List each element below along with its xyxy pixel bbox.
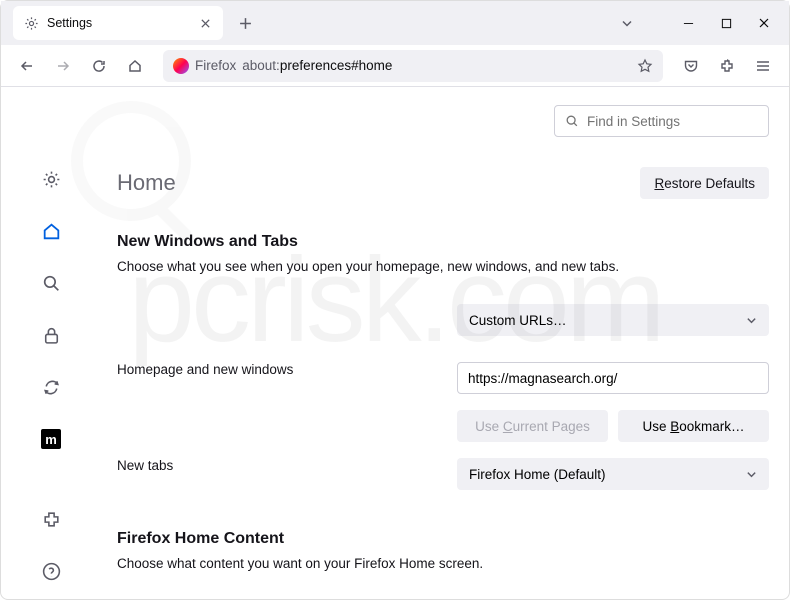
- sidebar-item-m[interactable]: m: [35, 427, 67, 451]
- restore-defaults-button[interactable]: Restore Defaults: [640, 167, 769, 199]
- browser-tab[interactable]: Settings: [13, 6, 223, 40]
- tab-title: Settings: [47, 16, 189, 30]
- minimize-button[interactable]: [671, 8, 705, 38]
- url-text: about:preferences#home: [242, 58, 631, 73]
- close-icon[interactable]: [197, 15, 213, 31]
- identity-box[interactable]: Firefox: [173, 58, 236, 74]
- sidebar-item-search[interactable]: [35, 271, 67, 295]
- bookmark-star-icon[interactable]: [637, 58, 653, 74]
- identity-label: Firefox: [195, 58, 236, 73]
- extensions-button[interactable]: [711, 50, 743, 82]
- m-icon: m: [41, 429, 61, 449]
- sidebar-item-home[interactable]: [35, 219, 67, 243]
- search-icon: [565, 114, 579, 128]
- newtabs-select-value: Firefox Home (Default): [469, 467, 606, 482]
- maximize-button[interactable]: [709, 8, 743, 38]
- sidebar-item-help[interactable]: [35, 559, 67, 583]
- forward-button[interactable]: [47, 50, 79, 82]
- section-desc-home-content: Choose what content you want on your Fir…: [117, 556, 769, 571]
- use-current-pages-button: Use Current Pages: [457, 410, 608, 442]
- page-title: Home: [117, 170, 176, 196]
- homepage-select[interactable]: Custom URLs…: [457, 304, 769, 336]
- section-title-home-content: Firefox Home Content: [117, 530, 769, 548]
- url-bar[interactable]: Firefox about:preferences#home: [163, 50, 663, 82]
- section-title-windows-tabs: New Windows and Tabs: [117, 233, 769, 251]
- firefox-logo-icon: [173, 58, 189, 74]
- section-desc-windows-tabs: Choose what you see when you open your h…: [117, 259, 769, 274]
- sidebar-item-extensions[interactable]: [35, 507, 67, 531]
- tablist-dropdown-button[interactable]: [613, 9, 641, 37]
- search-placeholder: Find in Settings: [587, 114, 680, 129]
- pocket-button[interactable]: [675, 50, 707, 82]
- homepage-label: Homepage and new windows: [117, 362, 457, 377]
- newtabs-label: New tabs: [117, 458, 457, 473]
- sidebar-item-privacy[interactable]: [35, 323, 67, 347]
- use-bookmark-button[interactable]: Use Bookmark…: [618, 410, 769, 442]
- sidebar-item-sync[interactable]: [35, 375, 67, 399]
- app-menu-button[interactable]: [747, 50, 779, 82]
- chevron-down-icon: [746, 469, 757, 480]
- chevron-down-icon: [746, 315, 757, 326]
- gear-icon: [23, 15, 39, 31]
- find-in-settings-input[interactable]: Find in Settings: [554, 105, 769, 137]
- home-button[interactable]: [119, 50, 151, 82]
- homepage-select-value: Custom URLs…: [469, 313, 567, 328]
- homepage-url-input[interactable]: [457, 362, 769, 394]
- window-close-button[interactable]: [747, 8, 781, 38]
- reload-button[interactable]: [83, 50, 115, 82]
- back-button[interactable]: [11, 50, 43, 82]
- newtabs-select[interactable]: Firefox Home (Default): [457, 458, 769, 490]
- sidebar-item-general[interactable]: [35, 167, 67, 191]
- new-tab-button[interactable]: [231, 9, 259, 37]
